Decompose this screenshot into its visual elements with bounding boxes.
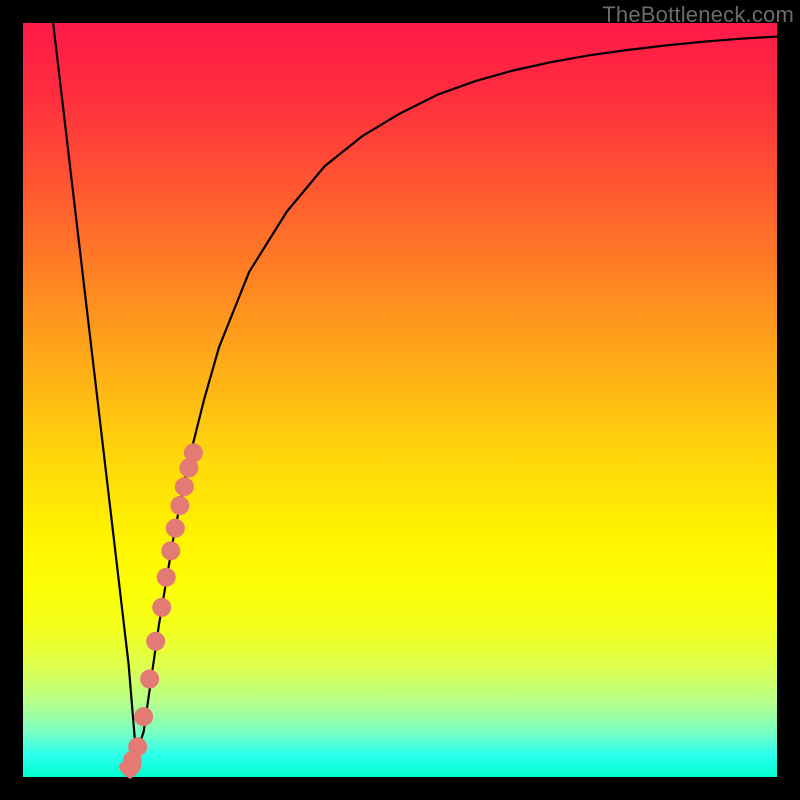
marker-dot: [166, 519, 184, 537]
marker-dot: [153, 598, 171, 616]
chart-frame: TheBottleneck.com: [0, 0, 800, 800]
marker-dot: [184, 444, 202, 462]
marker-dot: [129, 738, 147, 756]
marker-dot: [157, 568, 175, 586]
watermark-text: TheBottleneck.com: [602, 2, 794, 28]
marker-dot: [171, 497, 189, 515]
marker-dot: [162, 542, 180, 560]
chart-svg: [23, 23, 777, 777]
heart-icon: [120, 763, 141, 778]
marker-dot: [175, 478, 193, 496]
marker-dot: [147, 632, 165, 650]
highlighted-segment: [123, 444, 202, 770]
vertex-marker: [120, 763, 141, 778]
plot-area: [23, 23, 777, 777]
marker-dot: [141, 670, 159, 688]
marker-dot: [135, 708, 153, 726]
